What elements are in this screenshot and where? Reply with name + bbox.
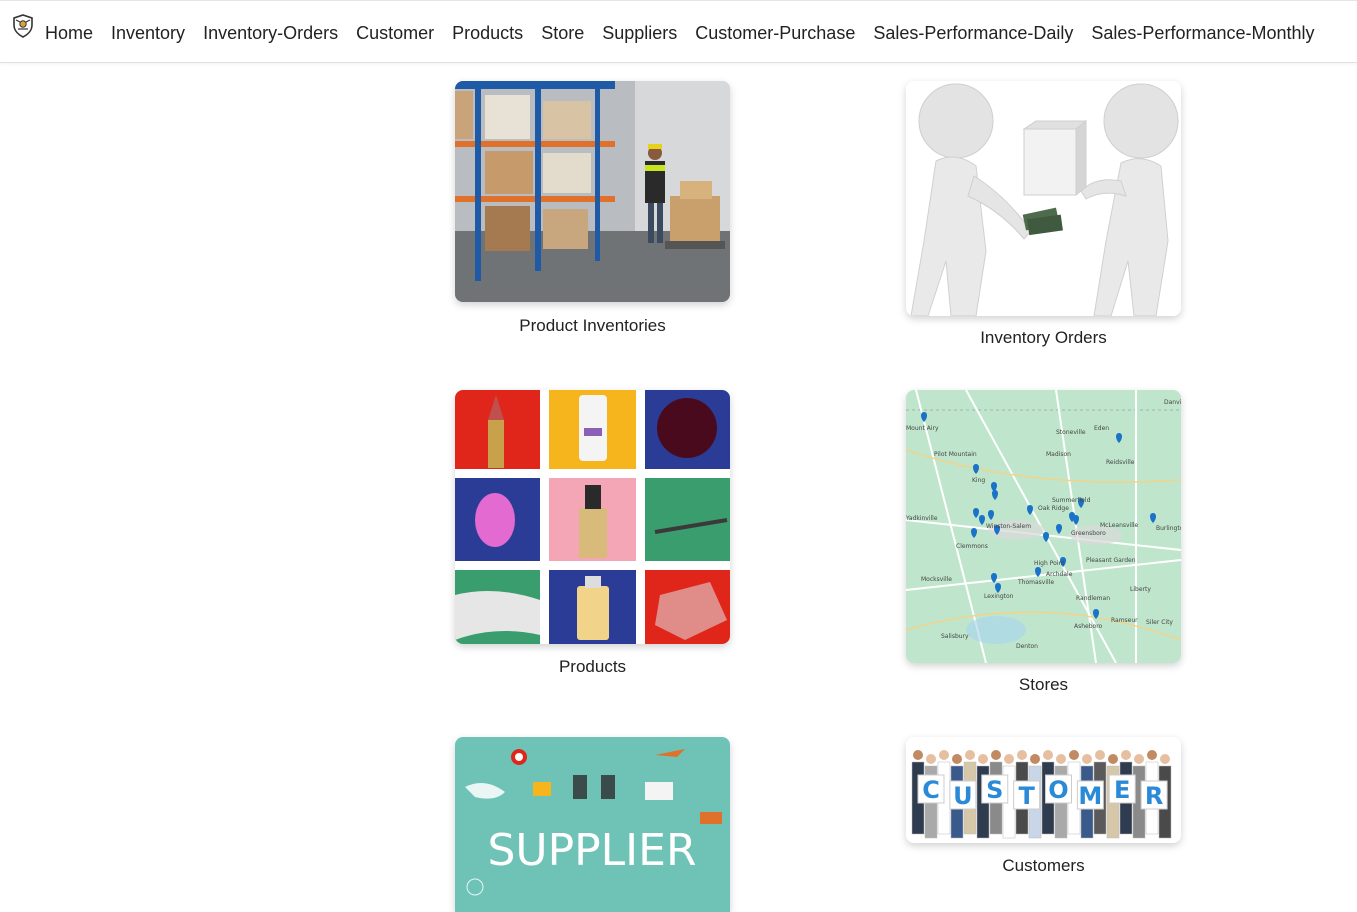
letter-card-text: U (953, 782, 973, 810)
letter-card-text: M (1078, 782, 1102, 810)
person-head (939, 750, 949, 760)
letter-card-text: S (986, 776, 1003, 804)
map-place-label: King (972, 477, 985, 484)
person-head (978, 754, 988, 764)
card-caption-inventory-orders: Inventory Orders (980, 328, 1107, 347)
nav-item-inventory[interactable]: Inventory (111, 21, 185, 45)
map-place-label: Clemmons (956, 543, 988, 550)
supplier-banner-text: SUPPLIER (487, 825, 696, 876)
person-head (1108, 754, 1118, 764)
top-navbar: Home Inventory Inventory-Orders Customer… (0, 0, 1357, 63)
cosmetics-grid-image[interactable] (455, 390, 730, 644)
map-place-label: Salisbury (941, 633, 969, 640)
map-place-label: Oak Ridge (1038, 505, 1069, 512)
nav-item-sales-performance-monthly[interactable]: Sales-Performance-Monthly (1091, 21, 1314, 45)
person-head (1004, 754, 1014, 764)
map-place-label: Archdale (1046, 571, 1073, 578)
person-head (1030, 754, 1040, 764)
map-place-label: Lexington (984, 593, 1014, 600)
nav-item-customer-purchase[interactable]: Customer-Purchase (695, 21, 855, 45)
letter-card-text: E (1114, 776, 1130, 804)
nav-item-inventory-orders[interactable]: Inventory-Orders (203, 21, 338, 45)
letter-card-text: O (1048, 776, 1068, 804)
person-head (913, 750, 923, 760)
person-head (991, 750, 1001, 760)
map-place-label: Stoneville (1056, 429, 1086, 436)
letter-card-text: C (922, 776, 940, 804)
nav-item-home[interactable]: Home (45, 21, 93, 45)
map-place-label: McLeansville (1100, 522, 1139, 529)
figures-exchanging-box-image[interactable] (906, 81, 1181, 316)
map-place-label: Pilot Mountain (934, 451, 977, 458)
shield-logo-icon[interactable] (12, 14, 34, 38)
map-place-label: Pleasant Garden (1086, 557, 1136, 564)
map-place-label: Madison (1046, 451, 1071, 458)
map-place-label: Danville (1164, 399, 1181, 406)
person-head (1056, 754, 1066, 764)
supplier-banner-image[interactable]: SUPPLIER (455, 737, 730, 912)
nav-item-store[interactable]: Store (541, 21, 584, 45)
map-place-label: Asheboro (1074, 623, 1103, 630)
person-head (1147, 750, 1157, 760)
map-place-label: Thomasville (1017, 579, 1054, 586)
store-locations-map-image[interactable]: Winston-Salem Greensboro High Point Clemmon… (906, 390, 1181, 663)
person-head (1069, 750, 1079, 760)
warehouse-worker-image[interactable] (455, 81, 730, 302)
letter-card-text: R (1145, 782, 1163, 810)
map-place-label: Summerfield (1052, 497, 1091, 504)
card-caption-products: Products (558, 657, 627, 676)
map-place-label: Winston-Salem (986, 523, 1031, 530)
nav-menu: Home Inventory Inventory-Orders Customer… (45, 21, 1333, 45)
map-place-label: Greensboro (1071, 530, 1106, 537)
person-head (1017, 750, 1027, 760)
card-caption-stores: Stores (1018, 675, 1069, 694)
person-head (1121, 750, 1131, 760)
nav-item-customer[interactable]: Customer (356, 21, 434, 45)
map-place-label: Siler City (1146, 619, 1173, 626)
map-place-label: Liberty (1130, 586, 1151, 593)
map-place-label: Eden (1094, 425, 1109, 432)
nav-item-products[interactable]: Products (452, 21, 523, 45)
person-head (1043, 750, 1053, 760)
person-head (1082, 754, 1092, 764)
person-head (965, 750, 975, 760)
map-place-label: Ramseur (1111, 617, 1138, 624)
person-head (1160, 754, 1170, 764)
map-place-label: Randleman (1076, 595, 1110, 602)
map-place-label: Mount Airy (906, 425, 939, 432)
map-place-label: High Point (1034, 560, 1065, 567)
person-head (926, 754, 936, 764)
card-caption-customers: Customers (1002, 856, 1085, 875)
map-place-label: Reidsville (1106, 459, 1135, 466)
nav-item-suppliers[interactable]: Suppliers (602, 21, 677, 45)
letter-card-text: T (1018, 782, 1035, 810)
customer-group-image[interactable]: CUSTOMER (906, 737, 1181, 843)
person-head (1134, 754, 1144, 764)
map-place-label: Burlington (1156, 525, 1181, 532)
nav-item-sales-performance-daily[interactable]: Sales-Performance-Daily (873, 21, 1073, 45)
map-place-label: Denton (1016, 643, 1038, 650)
person-head (1095, 750, 1105, 760)
map-place-label: Mocksville (921, 576, 952, 583)
card-caption-product-inventories: Product Inventories (519, 316, 666, 335)
map-place-label: Yadkinville (906, 515, 938, 522)
person-head (952, 754, 962, 764)
